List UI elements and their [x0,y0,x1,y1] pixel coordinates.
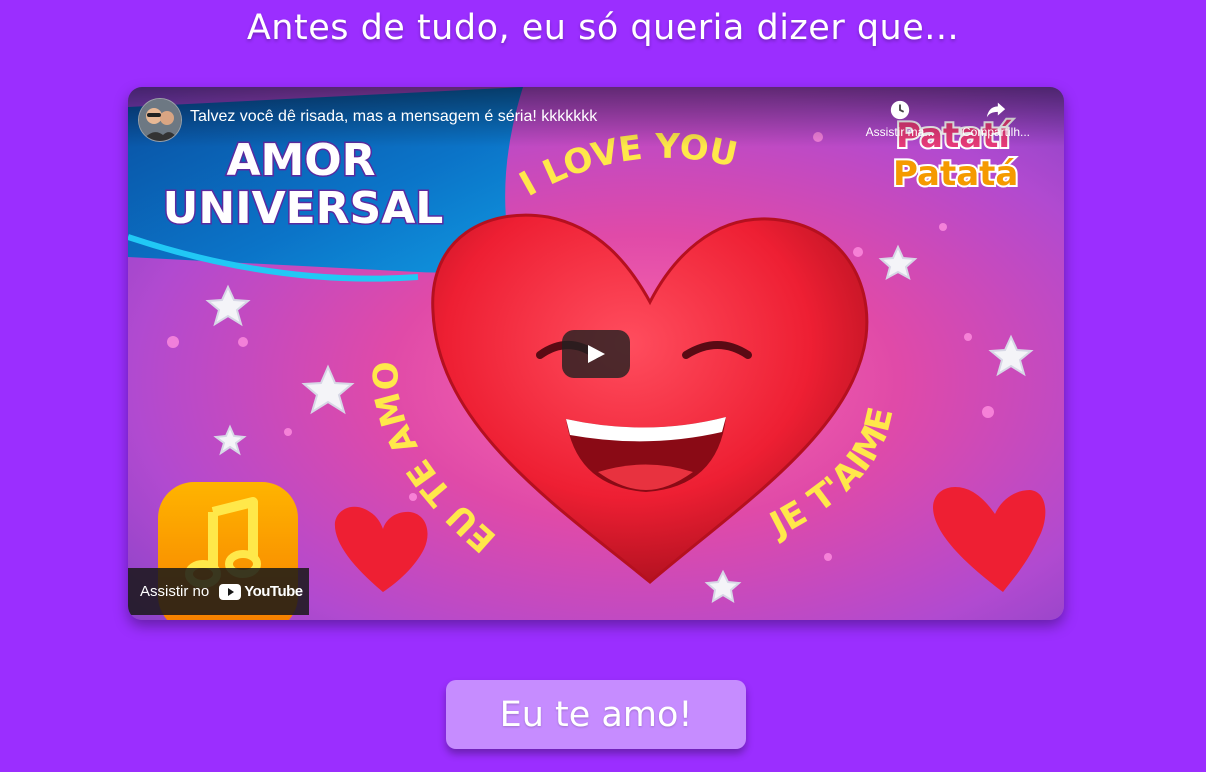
page-heading: Antes de tudo, eu só queria dizer que... [246,8,960,48]
watch-on-youtube-button[interactable]: Assistir no YouTube [128,568,309,615]
youtube-embed-player[interactable]: AMOR UNIVERSAL I LOVE YOU EU TE AMO JE T… [128,87,1064,620]
svg-text:UNIVERSAL: UNIVERSAL [163,183,444,234]
svg-text:Patatá: Patatá [893,154,1018,194]
watch-later-button[interactable]: Assistir ma... [859,99,941,139]
share-icon [986,102,1006,118]
eu-te-amo-button[interactable]: Eu te amo! [446,680,746,749]
play-button[interactable] [562,330,630,378]
play-icon [588,345,605,363]
channel-avatar[interactable] [138,98,182,142]
small-heart-right [933,487,1046,592]
clock-icon [890,100,910,120]
small-heart-left [334,506,428,592]
youtube-logo: YouTube [219,583,303,600]
video-title[interactable]: Talvez você dê risada, mas a mensagem é … [190,108,597,126]
watch-later-label: Assistir ma... [865,125,935,139]
share-label: Compartilh... [961,125,1031,139]
watch-on-label: Assistir no [140,583,210,600]
youtube-wordmark: YouTube [244,583,303,600]
share-button[interactable]: Compartilh... [955,99,1037,139]
youtube-play-icon [219,583,242,600]
avatar-image-icon [139,99,181,141]
